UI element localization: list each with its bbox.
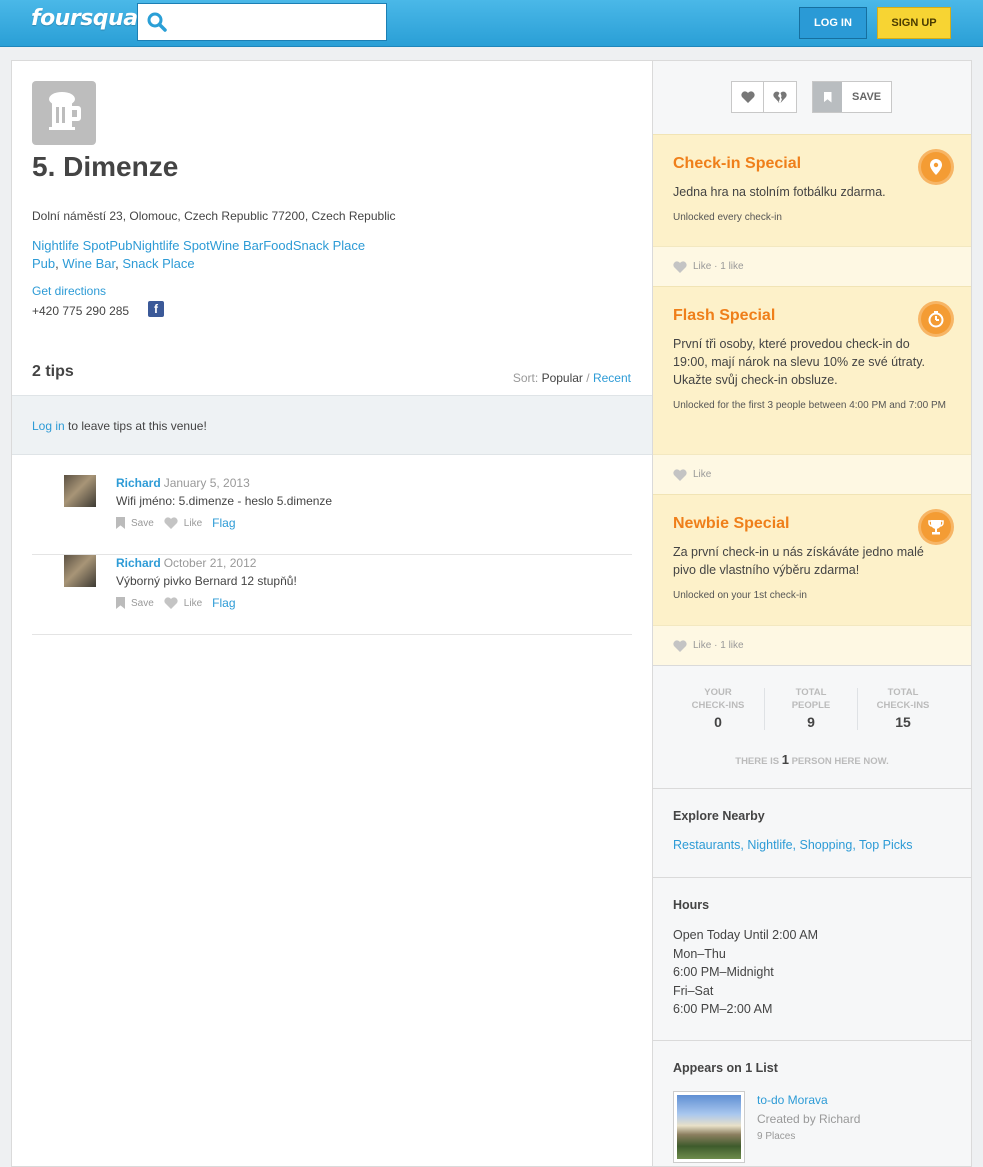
dislike-venue-button[interactable] — [764, 81, 797, 113]
hours-line: Fri–Sat — [673, 983, 714, 998]
special-title: Flash Special — [673, 307, 776, 324]
special-card: Check-in Special Jedna hra na stolním fo… — [653, 134, 971, 286]
sort-popular[interactable]: Popular — [542, 371, 583, 385]
login-button[interactable]: LOG IN — [799, 7, 867, 39]
hours-heading: Hours — [673, 898, 710, 912]
special-card: Newbie Special Za první check-in u nás z… — [653, 494, 971, 665]
lists-section: Appears on 1 List to-do Morava Created b… — [653, 1040, 971, 1167]
venue-stats: YOUR CHECK-INS 0 TOTAL PEOPLE 9 TOTAL CH… — [653, 665, 971, 788]
explore-link-top-picks[interactable]: Top Picks — [859, 838, 913, 852]
bookmark-icon — [116, 597, 125, 609]
category-link-wine-bar[interactable]: Wine Bar — [62, 256, 115, 271]
lists-heading: Appears on 1 List — [673, 1061, 778, 1075]
tip-date: October 21, 2012 — [163, 556, 257, 570]
venue-main: 5. Dimenze Dolní náměstí 23, Olomouc, Cz… — [11, 60, 652, 1167]
tip-author[interactable]: Richard — [116, 476, 161, 490]
stat-total-people: TOTAL PEOPLE 9 — [791, 687, 831, 730]
tip-text: Wifi jméno: 5.dimenze - heslo 5.dimenze — [116, 494, 333, 508]
login-link[interactable]: Log in — [32, 419, 65, 433]
list-count: 9 Places — [757, 1131, 796, 1142]
broken-heart-icon — [773, 91, 787, 103]
tip-flag-link[interactable]: Flag — [212, 596, 235, 610]
clock-icon — [921, 304, 951, 334]
login-to-tip-box: Log in to leave tips at this venue! — [12, 395, 652, 455]
hours-line: Open Today Until 2:00 AM — [673, 928, 818, 942]
tip-like-button[interactable]: Like — [164, 517, 202, 529]
top-bar: foursquare LOG IN SIGN UP — [0, 0, 983, 47]
special-title: Check-in Special — [673, 155, 802, 172]
special-like-button[interactable]: Like — [653, 454, 971, 494]
tip-text: Výborný pivko Bernard 12 stupňů! — [116, 574, 297, 588]
tip-save-button[interactable]: Save — [116, 597, 154, 609]
trophy-icon — [921, 512, 951, 542]
list-name-link[interactable]: to-do Morava — [757, 1093, 828, 1107]
tip-save-button[interactable]: Save — [116, 517, 154, 529]
category-link-pub[interactable]: Pub — [32, 256, 55, 271]
tip-flag-link[interactable]: Flag — [212, 516, 235, 530]
special-unlock: Unlocked on your 1st check-in — [673, 590, 807, 601]
heart-icon — [164, 517, 178, 529]
category-link-snack-place[interactable]: Snack Place — [122, 256, 194, 271]
save-venue-button[interactable]: SAVE — [812, 81, 892, 113]
venue-title: 5. Dimenze — [32, 151, 179, 182]
category-link[interactable]: Nightlife SpotPubNightlife SpotWine BarF… — [32, 238, 365, 253]
tip-like-button[interactable]: Like — [164, 597, 202, 609]
hours-line: 6:00 PM–2:00 AM — [673, 1002, 773, 1017]
special-unlock: Unlocked every check-in — [673, 212, 782, 223]
tips-heading: 2 tips — [32, 363, 74, 380]
map-pin-icon — [921, 152, 951, 182]
sort-separator: / — [586, 371, 590, 385]
special-like-button[interactable]: Like · 1 like — [653, 625, 971, 665]
venue-actions: SAVE — [731, 81, 892, 113]
login-prompt-text: to leave tips at this venue! — [64, 419, 207, 433]
explore-link-shopping[interactable]: Shopping — [799, 838, 852, 852]
special-description: První tři osoby, které provedou check-in… — [673, 337, 925, 387]
special-like-button[interactable]: Like · 1 like — [653, 246, 971, 286]
heart-icon — [673, 260, 687, 273]
get-directions-link[interactable]: Get directions — [32, 284, 106, 298]
like-venue-button[interactable] — [731, 81, 764, 113]
hours-line: 6:00 PM–Midnight — [673, 965, 774, 980]
here-now-text: THERE IS 1 PERSON HERE NOW. — [735, 752, 889, 767]
explore-nearby-section: Explore Nearby Restaurants, Nightlife, S… — [653, 788, 971, 877]
stat-your-checkins: YOUR CHECK-INS 0 — [691, 687, 745, 730]
explore-heading: Explore Nearby — [673, 809, 765, 823]
stat-total-checkins: TOTAL CHECK-INS 15 — [876, 687, 930, 730]
special-description: Jedna hra na stolním fotbálku zdarma. — [673, 185, 886, 199]
search-input[interactable] — [137, 3, 387, 41]
list-creator: Created by Richard — [757, 1112, 861, 1126]
heart-icon — [673, 468, 687, 481]
list-thumbnail[interactable] — [673, 1091, 745, 1163]
bookmark-icon — [813, 82, 842, 112]
sort-recent[interactable]: Recent — [593, 371, 631, 385]
special-unlock: Unlocked for the first 3 people between … — [673, 400, 946, 411]
tip-date: January 5, 2013 — [163, 476, 250, 490]
explore-link-nightlife[interactable]: Nightlife — [747, 838, 792, 852]
heart-icon — [673, 639, 687, 652]
bookmark-icon — [116, 517, 125, 529]
special-description: Za první check-in u nás získáváte jedno … — [673, 545, 924, 577]
avatar[interactable] — [64, 555, 96, 587]
hours-line: Mon–Thu — [673, 946, 726, 961]
avatar[interactable] — [64, 475, 96, 507]
beer-mug-icon — [32, 81, 96, 145]
venue-address: Dolní náměstí 23, Olomouc, Czech Republi… — [32, 209, 396, 223]
venue-categories: Nightlife SpotPubNightlife SpotWine BarF… — [32, 238, 366, 271]
heart-icon — [740, 91, 755, 103]
tip-author[interactable]: Richard — [116, 556, 161, 570]
explore-link-restaurants[interactable]: Restaurants — [673, 838, 740, 852]
venue-phone: +420 775 290 285 — [32, 304, 130, 318]
hours-section: Hours Open Today Until 2:00 AM Mon–Thu 6… — [653, 877, 971, 1040]
signup-button[interactable]: SIGN UP — [877, 7, 951, 39]
tips-sort: Sort: Popular / Recent — [513, 371, 631, 385]
facebook-icon[interactable]: f — [148, 301, 164, 317]
special-title: Newbie Special — [673, 515, 790, 532]
heart-icon — [164, 597, 178, 609]
search-icon — [147, 12, 167, 32]
sort-label: Sort: — [512, 371, 539, 385]
venue-sidebar: SAVE Check-in Special Jedna hra na stoln… — [652, 60, 972, 1167]
tip-item: Richard October 21, 2012 Výborný pivko Be… — [32, 555, 632, 635]
special-card: Flash Special První tři osoby, které pro… — [653, 286, 971, 494]
tip-item: Richard January 5, 2013 Wifi jméno: 5.dim… — [32, 475, 632, 555]
